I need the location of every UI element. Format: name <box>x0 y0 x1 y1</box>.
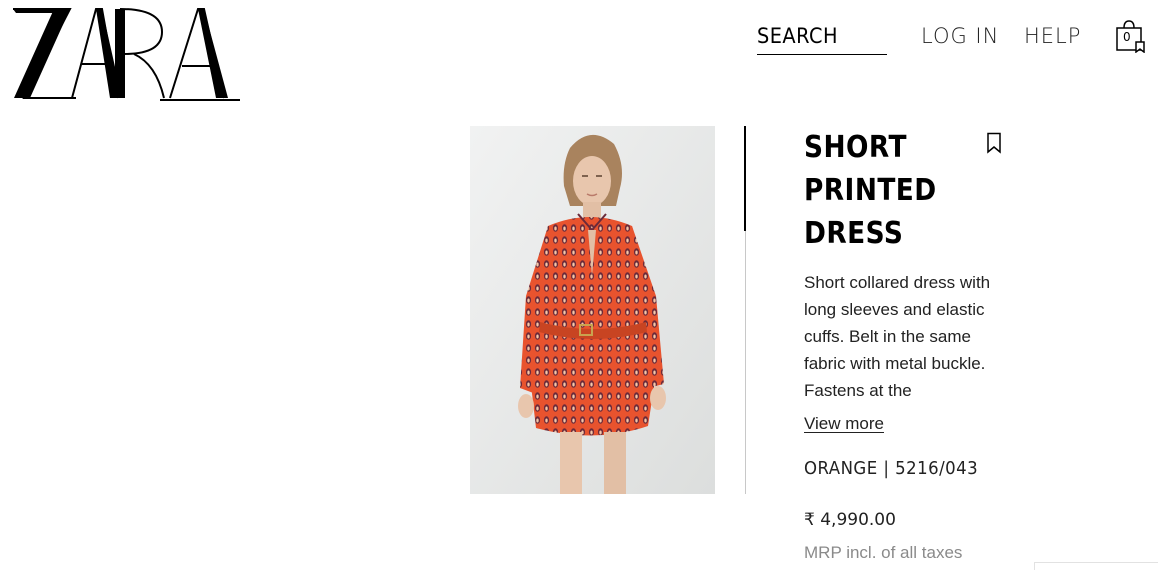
tax-note: MRP incl. of all taxes <box>804 543 963 562</box>
help-link[interactable]: HELP <box>1024 22 1081 50</box>
product-price: ₹ 4,990.00 <box>804 510 896 530</box>
product-title-line: SHORT <box>804 130 907 165</box>
product-title-line: PRINTED <box>804 173 937 208</box>
image-scroll-indicator[interactable] <box>744 126 746 231</box>
search-field[interactable]: SEARCH <box>757 20 887 55</box>
login-link[interactable]: LOG IN <box>921 22 999 50</box>
product-title-line: DRESS <box>804 216 904 251</box>
search-label[interactable]: SEARCH <box>757 20 877 52</box>
zara-logo[interactable] <box>10 4 242 102</box>
product-image[interactable] <box>470 126 715 494</box>
corner-widget <box>1034 562 1158 570</box>
product-title: SHORT PRINTED DRESS <box>804 126 954 255</box>
cart-count: 0 <box>1123 30 1131 44</box>
dress-photo <box>470 126 715 494</box>
zara-logo-mark <box>13 8 240 101</box>
color-and-reference: ORANGE | 5216/043 <box>804 458 979 479</box>
cart-button[interactable]: 0 <box>1114 19 1146 53</box>
bookmark-button[interactable] <box>986 132 1002 154</box>
product-description: Short collared dress with long sleeves a… <box>804 273 991 400</box>
bookmark-icon <box>987 132 1001 154</box>
view-more-link[interactable]: View more <box>804 411 884 437</box>
